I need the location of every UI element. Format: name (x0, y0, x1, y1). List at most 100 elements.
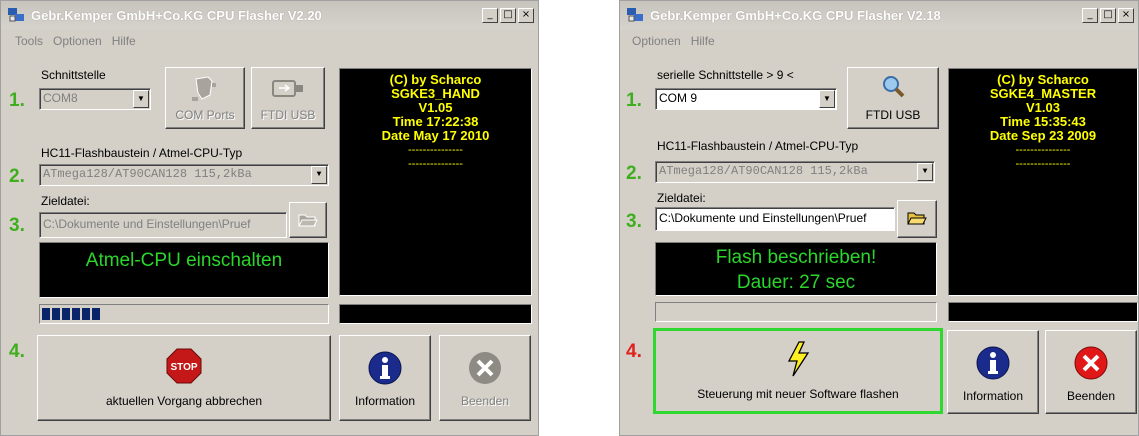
flash-label: Steuerung mit neuer Software flashen (697, 387, 899, 401)
progress-segment (52, 308, 60, 320)
usb-icon (272, 80, 303, 97)
menu-tools[interactable]: Tools (15, 34, 43, 48)
port-select[interactable]: COM 9 ▼ (655, 88, 837, 110)
menu-hilfe[interactable]: Hilfe (691, 34, 715, 48)
maximize-button[interactable]: □ (1100, 8, 1116, 23)
abort-button[interactable]: STOP aktuellen Vorgang abbrechen (37, 335, 331, 421)
step-3-label: 3. (626, 211, 642, 232)
title-bar[interactable]: Gebr.Kemper GmbH+Co.KG CPU Flasher V2.20… (1, 1, 538, 29)
info-line: (C) by Scharco (997, 72, 1089, 87)
close-button[interactable]: × (518, 8, 534, 23)
flasher-window-left: Gebr.Kemper GmbH+Co.KG CPU Flasher V2.20… (0, 0, 539, 436)
info-line: Date Sep 23 2009 (989, 128, 1097, 143)
info-line: (C) by Scharco (389, 72, 482, 87)
window-title: Gebr.Kemper GmbH+Co.KG CPU Flasher V2.18 (650, 8, 941, 23)
info-line: V1.05 (418, 100, 453, 115)
port-select[interactable]: COM8 ▼ (39, 88, 151, 110)
info-line: --------------- (1015, 144, 1071, 156)
status-display: Atmel-CPU einschalten (39, 242, 329, 298)
open-file-button[interactable] (897, 200, 937, 238)
cpu-type-select[interactable]: ATmega128/AT90CAN128 115,2kBa ▼ (655, 161, 935, 183)
menu-optionen[interactable]: Optionen (632, 34, 681, 48)
com-ports-label: COM Ports (175, 108, 235, 122)
cpu-type-value: ATmega128/AT90CAN128 115,2kBa (659, 164, 868, 178)
information-label: Information (962, 389, 1024, 403)
step-1-label: 1. (626, 90, 642, 111)
ftdi-usb-label: FTDI USB (865, 108, 921, 122)
plug-icon (192, 76, 216, 101)
target-file-field[interactable]: C:\Dokumente und Einstellungen\Pruef (39, 212, 287, 238)
status-display: Flash beschrieben! Dauer: 27 sec (655, 242, 937, 296)
info-line: SGKE4_MASTER (989, 86, 1097, 101)
status-line: Flash beschrieben! (715, 247, 877, 268)
info-line: Time 17:22:38 (392, 114, 479, 129)
information-label: Information (354, 394, 416, 408)
minimize-button[interactable]: _ (1082, 8, 1098, 23)
chevron-down-icon[interactable]: ▼ (311, 166, 327, 184)
status-line: Atmel-CPU einschalten (85, 250, 283, 271)
stop-sign-icon: STOP (166, 348, 202, 384)
flash-button[interactable]: Steuerung mit neuer Software flashen (653, 328, 943, 414)
progress-segment (82, 308, 90, 320)
ftdi-usb-button[interactable]: FTDI USB (847, 67, 939, 129)
info-line: V1.03 (1026, 100, 1060, 115)
open-file-button[interactable] (289, 202, 327, 238)
chevron-down-icon[interactable]: ▼ (917, 163, 933, 181)
quit-button[interactable]: Beenden (439, 335, 531, 421)
menu-bar: Tools Optionen Hilfe (15, 34, 136, 48)
info-text: (C) by Scharco SGKE4_MASTER V1.03 Time 1… (949, 73, 1137, 171)
cpu-type-value: ATmega128/AT90CAN128 115,2kBa (43, 167, 252, 181)
menu-bar: Optionen Hilfe (632, 34, 715, 48)
chevron-down-icon[interactable]: ▼ (133, 90, 149, 108)
info-line: Date May 17 2010 (381, 128, 490, 143)
info-line: Time 15:35:43 (1000, 114, 1086, 129)
step-3-label: 3. (9, 215, 25, 236)
quit-label: Beenden (460, 394, 510, 408)
target-file-field[interactable]: C:\Dokumente und Einstellungen\Pruef (655, 207, 895, 231)
cpu-type-select[interactable]: ATmega128/AT90CAN128 115,2kBa ▼ (39, 164, 329, 186)
info-panel: (C) by Scharco SGKE4_MASTER V1.03 Time 1… (948, 68, 1138, 296)
step-4-label: 4. (9, 341, 25, 362)
menu-hilfe[interactable]: Hilfe (112, 34, 136, 48)
port-select-value: COM8 (43, 91, 78, 105)
target-file-label: Zieldatei: (41, 194, 90, 208)
magnifier-icon (883, 76, 905, 98)
ftdi-usb-button[interactable]: FTDI USB (251, 67, 325, 129)
close-button[interactable]: × (1118, 8, 1134, 23)
information-button[interactable]: Information (339, 335, 431, 421)
information-button[interactable]: Information (947, 330, 1039, 414)
info-line: --------------- (1015, 158, 1071, 170)
stop-sign-text: STOP (170, 362, 197, 373)
title-bar[interactable]: Gebr.Kemper GmbH+Co.KG CPU Flasher V2.18… (620, 1, 1138, 29)
step-2-label: 2. (626, 163, 642, 184)
progress-bar (39, 304, 329, 324)
chevron-down-icon[interactable]: ▼ (819, 90, 835, 108)
port-label: serielle Schnittstelle > 9 < (657, 68, 794, 82)
progress-segment (92, 308, 100, 320)
folder-open-icon (907, 212, 927, 225)
progress-segment (42, 308, 50, 320)
close-circle-icon (469, 352, 501, 384)
step-1-label: 1. (9, 90, 25, 111)
quit-button[interactable]: Beenden (1045, 330, 1137, 414)
com-ports-button[interactable]: COM Ports (165, 67, 245, 129)
quit-label: Beenden (1066, 389, 1116, 403)
status-text: Atmel-CPU einschalten (40, 248, 328, 273)
port-select-value: COM 9 (659, 91, 698, 105)
maximize-button[interactable]: □ (500, 8, 516, 23)
window-title: Gebr.Kemper GmbH+Co.KG CPU Flasher V2.20 (31, 8, 322, 23)
target-file-value: C:\Dokumente und Einstellungen\Pruef (43, 217, 251, 231)
target-file-value: C:\Dokumente und Einstellungen\Pruef (659, 211, 867, 225)
info-line: --------------- (408, 144, 463, 156)
cpu-type-label: HC11-Flashbaustein / Atmel-CPU-Typ (41, 146, 243, 160)
minimize-button[interactable]: _ (482, 8, 498, 23)
progress-fill (42, 308, 100, 320)
progress-bar (655, 302, 937, 322)
menu-optionen[interactable]: Optionen (53, 34, 102, 48)
step-2-label: 2. (9, 166, 25, 187)
step-4-label: 4. (626, 341, 642, 362)
lightning-icon (787, 341, 810, 377)
info-panel: (C) by Scharco SGKE3_HAND V1.05 Time 17:… (339, 68, 532, 296)
info-line: --------------- (408, 158, 463, 170)
secondary-progress-bar (948, 302, 1138, 322)
